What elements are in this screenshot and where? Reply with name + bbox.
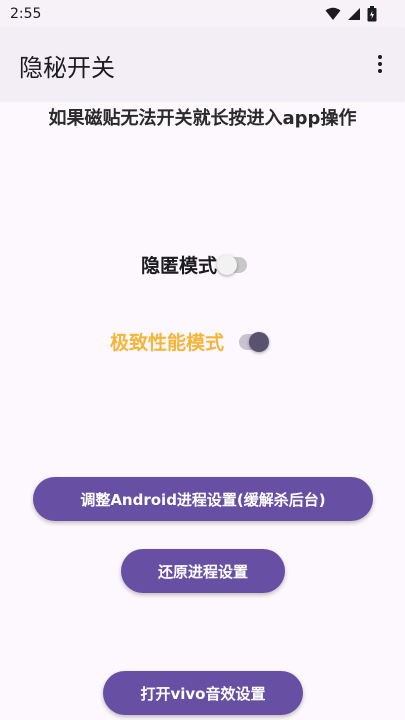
open-vivo-sound-settings-button[interactable]: 打开vivo音效设置 bbox=[103, 671, 303, 715]
extreme-performance-switch[interactable] bbox=[239, 331, 270, 352]
status-icons bbox=[325, 5, 377, 23]
switch-thumb bbox=[217, 254, 238, 275]
app-bar: 隐秘开关 bbox=[0, 28, 405, 100]
hint-text: 如果磁贴无法开关就长按进入app操作 bbox=[48, 108, 357, 129]
app-title: 隐秘开关 bbox=[19, 54, 115, 82]
battery-icon bbox=[367, 6, 377, 22]
switch-thumb bbox=[249, 331, 270, 352]
restore-process-settings-button[interactable]: 还原进程设置 bbox=[121, 549, 285, 593]
wifi-icon bbox=[325, 7, 341, 20]
stealth-mode-row: 隐匿模式 bbox=[141, 251, 248, 278]
extreme-performance-label: 极致性能模式 bbox=[110, 332, 225, 354]
status-bar: 2:55 bbox=[0, 0, 405, 28]
stealth-mode-label: 隐匿模式 bbox=[141, 255, 218, 277]
more-vert-icon[interactable] bbox=[365, 46, 395, 82]
status-time: 2:55 bbox=[10, 6, 42, 22]
menu-dot bbox=[378, 62, 382, 66]
adjust-process-settings-button[interactable]: 调整Android进程设置(缓解杀后台) bbox=[33, 477, 373, 521]
stealth-mode-switch[interactable] bbox=[217, 254, 248, 275]
signal-icon bbox=[348, 8, 360, 20]
menu-dot bbox=[378, 69, 382, 73]
extreme-performance-row: 极致性能模式 bbox=[110, 328, 270, 355]
menu-dot bbox=[378, 55, 382, 59]
